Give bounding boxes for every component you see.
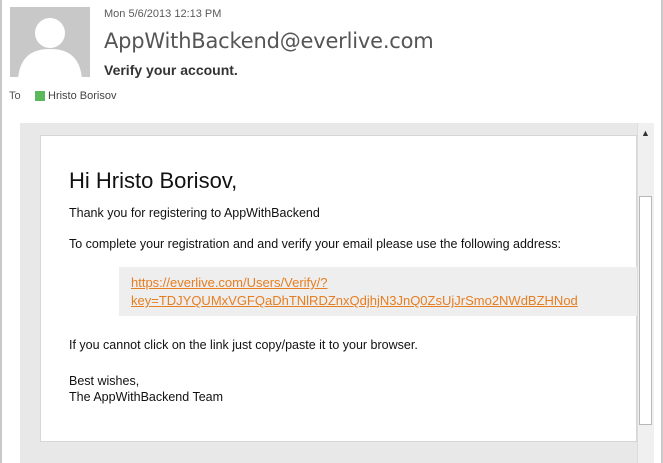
message-date: Mon 5/6/2013 12:13 PM [104, 8, 222, 20]
person-silhouette-icon [10, 7, 90, 77]
email-copy-hint: If you cannot click on the link just cop… [69, 338, 418, 352]
email-greeting: Hi Hristo Borisov, [69, 168, 238, 193]
email-instruction-text: To complete your registration and and ve… [69, 237, 561, 251]
scrollbar-thumb[interactable] [639, 196, 652, 425]
scroll-up-arrow-icon[interactable]: ▲ [638, 125, 653, 140]
recipient-name[interactable]: Hristo Borisov [48, 90, 116, 102]
verify-link[interactable]: https://everlive.com/Users/Verify/? key=… [131, 274, 578, 310]
presence-status-icon [35, 91, 45, 101]
email-signature: The AppWithBackend Team [69, 390, 224, 404]
verify-link-line-2[interactable]: key=TDJYQUMxVGFQaDhTNlRDZnxQdjhjN3JnQ0Zs… [131, 292, 578, 310]
sender-address[interactable]: AppWithBackend@everlive.com [104, 29, 434, 53]
email-thanks-text: Thank you for registering to AppWithBack… [69, 206, 320, 220]
email-closing: Best wishes, [69, 374, 140, 388]
recipients-row: To Hristo Borisov [9, 90, 116, 102]
sender-avatar [10, 7, 90, 77]
verify-link-box: https://everlive.com/Users/Verify/? key=… [119, 267, 637, 316]
message-subject: Verify your account. [104, 62, 238, 78]
verify-link-line-1[interactable]: https://everlive.com/Users/Verify/? [131, 274, 578, 292]
to-label: To [9, 90, 21, 102]
window-left-border [0, 0, 2, 463]
